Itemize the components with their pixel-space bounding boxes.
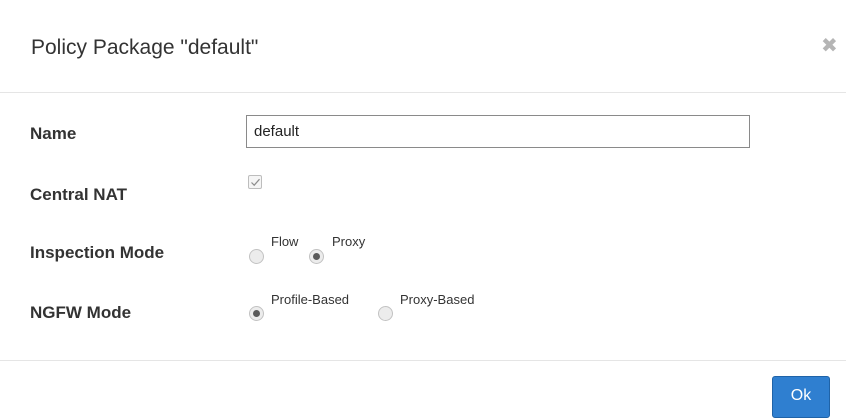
check-icon [251,178,260,187]
dialog-header: Policy Package "default" ✖ [0,0,846,93]
central-nat-checkbox[interactable] [248,175,262,189]
ngfw-mode-profile-based-label: Profile-Based [271,292,350,307]
inspection-mode-flow-radio[interactable] [249,249,264,264]
central-nat-label: Central NAT [30,185,127,204]
inspection-mode-proxy-radio[interactable] [309,249,324,264]
ngfw-mode-proxy-based-label: Proxy-Based [400,292,475,307]
ngfw-mode-proxy-based-radio[interactable] [378,306,393,321]
name-label: Name [30,124,77,143]
ok-button[interactable]: Ok [772,376,830,418]
close-icon[interactable]: ✖ [821,36,838,56]
name-input[interactable] [246,115,750,148]
inspection-mode-label: Inspection Mode [30,243,165,262]
policy-package-dialog: Policy Package "default" ✖ Name Central … [0,0,846,418]
dialog-footer [0,360,846,418]
inspection-mode-flow-label: Flow [271,234,299,249]
ngfw-mode-profile-based-radio[interactable] [249,306,264,321]
ngfw-mode-label: NGFW Mode [30,303,132,322]
inspection-mode-proxy-label: Proxy [332,234,366,249]
dialog-title: Policy Package "default" [31,36,259,59]
